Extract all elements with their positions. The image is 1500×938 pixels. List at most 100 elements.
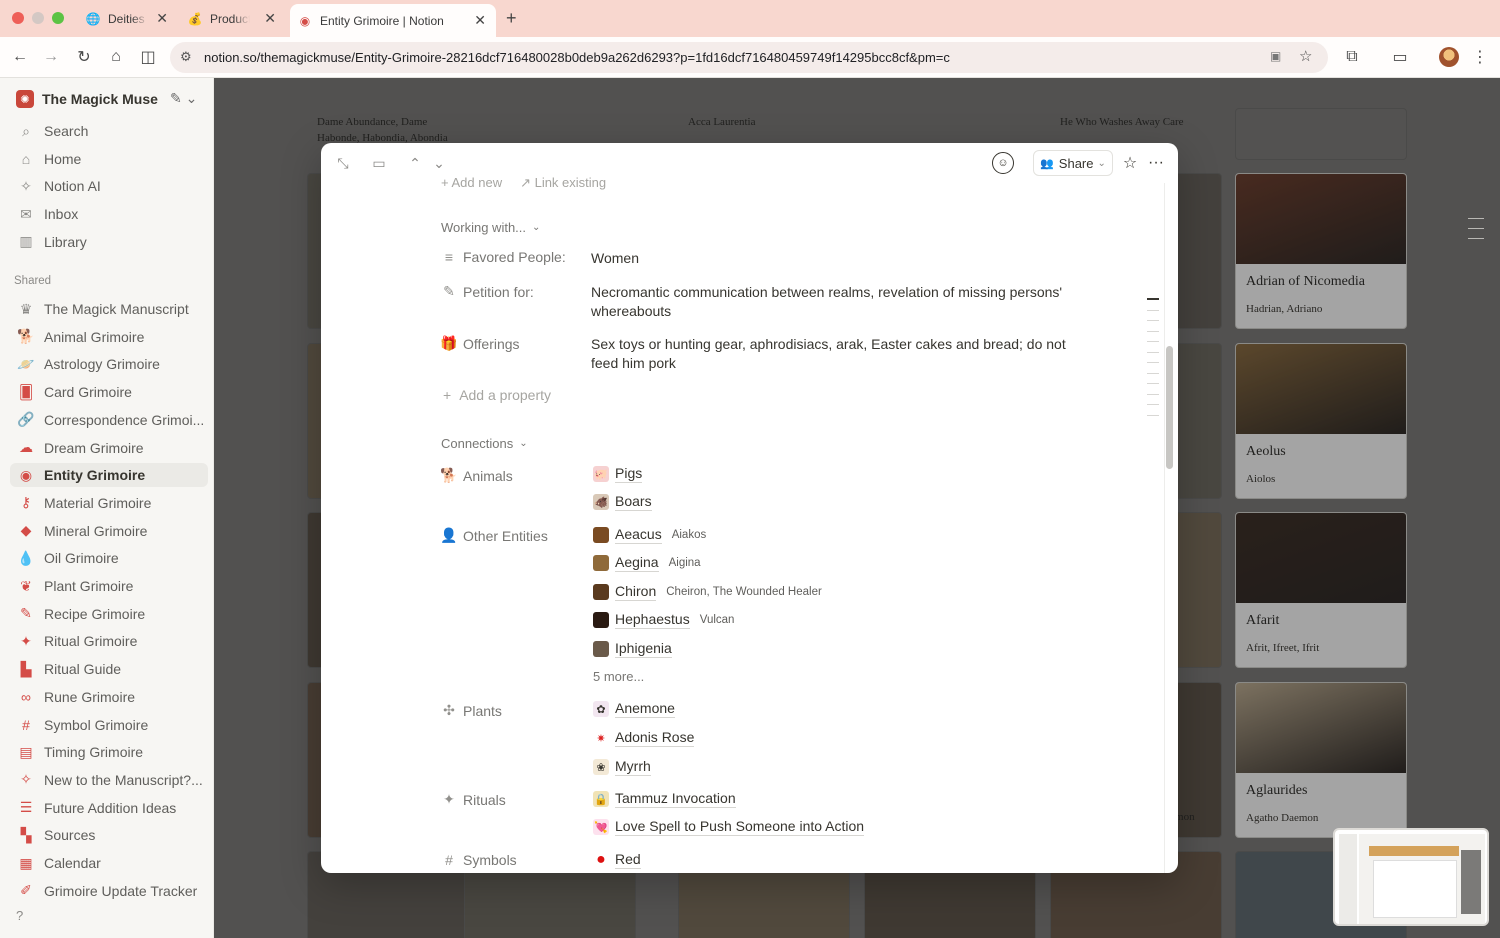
sidebar-page-card-grimoire[interactable]: 🂠 Card Grimoire <box>16 380 208 404</box>
sidebar-page-entity-grimoire[interactable]: ◉ Entity Grimoire <box>10 463 208 488</box>
chevron-down-icon: ⌄ <box>519 438 528 449</box>
relation-link[interactable]: 💘 Love Spell to Push Someone into Action <box>593 818 865 836</box>
relation-link[interactable]: ✷ Adonis Rose <box>593 729 695 747</box>
table-of-contents-minimap[interactable] <box>1147 298 1161 425</box>
sidebar-page-the-magick-manuscript[interactable]: ♛ The Magick Manuscript <box>16 297 208 321</box>
sidebar-page-animal-grimoire[interactable]: 🐕 Animal Grimoire <box>16 325 208 349</box>
relation-link[interactable]: 🐖 Pigs <box>593 465 643 483</box>
workspace-switcher[interactable]: ✺ The Magick Muse <box>16 90 158 108</box>
property-label[interactable]: # Symbols <box>441 852 517 868</box>
sidebar-page-ritual-guide[interactable]: ▙ Ritual Guide <box>16 657 208 681</box>
sidebar-page-new-to-the-manuscript[interactable]: ✧ New to the Manuscript?... <box>16 768 208 792</box>
notion-extension-icon[interactable]: ▣ <box>1270 49 1281 63</box>
sidebar-page-symbol-grimoire[interactable]: # Symbol Grimoire <box>16 713 208 737</box>
relation-link[interactable]: ● Red <box>593 851 641 869</box>
hash-icon: # <box>22 716 30 733</box>
sidebar-page-rune-grimoire[interactable]: ∞ Rune Grimoire <box>16 685 208 709</box>
sidebar-page-dream-grimoire[interactable]: ☁ Dream Grimoire <box>16 436 208 460</box>
relation-link[interactable]: Aeacus Aiakos <box>593 526 706 544</box>
relation-alias: Aigina <box>668 557 701 569</box>
relation-link[interactable]: ✿ Anemone <box>593 700 675 718</box>
sidebar-page-mineral-grimoire[interactable]: ◆ Mineral Grimoire <box>16 519 208 543</box>
peek-content: + Add new ↗ Link existing Working with..… <box>321 143 1164 873</box>
browser-tab-product[interactable]: 💰 Product ✕ <box>180 0 286 37</box>
relation-link[interactable]: Hephaestus Vulcan <box>593 611 734 629</box>
crown-icon: ♛ <box>19 300 33 317</box>
close-tab-icon[interactable]: ✕ <box>156 10 168 27</box>
browser-menu-icon[interactable]: ⋮ <box>1468 45 1492 69</box>
property-value[interactable]: Women <box>591 249 1071 268</box>
property-label[interactable]: 🎁 Offerings <box>440 335 519 352</box>
sidebar-page-astrology-grimoire[interactable]: 🪐 Astrology Grimoire <box>16 352 208 376</box>
eye-icon: ◉ <box>19 466 33 483</box>
split-view-icon[interactable]: ◫ <box>136 45 160 69</box>
red-flower-icon: ✷ <box>593 730 609 746</box>
relation-link[interactable]: Iphigenia <box>593 640 672 658</box>
sidebar-item-inbox[interactable]: ✉ Inbox <box>16 202 208 226</box>
property-label[interactable]: ≡ Favored People: <box>441 249 566 265</box>
peek-scrollbar-track[interactable] <box>1164 183 1174 873</box>
profile-avatar[interactable] <box>1439 47 1459 67</box>
extensions-icon[interactable]: ⧉ <box>1340 45 1364 69</box>
sidebar-page-correspondence-grimoi[interactable]: 🔗 Correspondence Grimoi... <box>16 408 208 432</box>
browser-tab-deities[interactable]: 🌐 Deities & ✕ <box>78 0 178 37</box>
relation-link[interactable]: 🔒 Tammuz Invocation <box>593 790 736 808</box>
workspace-logo-icon: ✺ <box>16 90 34 108</box>
sidebar-page-future-addition-ideas[interactable]: ☰ Future Addition Ideas <box>16 796 208 820</box>
url-text[interactable]: notion.so/themagickmuse/Entity-Grimoire-… <box>204 50 950 65</box>
close-tab-icon[interactable]: ✕ <box>474 12 486 29</box>
close-window-button[interactable] <box>12 12 24 24</box>
back-icon[interactable]: ← <box>8 45 32 69</box>
new-tab-button[interactable]: + <box>506 8 517 29</box>
sidebar-page-plant-grimoire[interactable]: ❦ Plant Grimoire <box>16 574 208 598</box>
show-more-relations[interactable]: 5 more... <box>593 669 644 684</box>
property-value[interactable]: Sex toys or hunting gear, aphrodisiacs, … <box>591 335 1071 373</box>
sidebar-page-sources[interactable]: ▚ Sources <box>16 823 208 847</box>
property-label[interactable]: ✎ Petition for: <box>441 283 534 300</box>
sidebar-page-calendar[interactable]: ▦ Calendar <box>16 851 208 875</box>
pig-icon: 🐖 <box>593 466 609 482</box>
property-label[interactable]: 🐕 Animals <box>440 467 513 484</box>
sidebar-item-home[interactable]: ⌂ Home <box>16 147 208 171</box>
sidebar-item-search[interactable]: ⌕ Search <box>16 119 208 143</box>
reload-icon[interactable]: ↻ <box>72 45 96 69</box>
peek-scrollbar-thumb[interactable] <box>1166 346 1173 469</box>
add-property-button[interactable]: + Add a property <box>443 387 551 403</box>
address-bar[interactable]: ⚙ notion.so/themagickmuse/Entity-Grimoir… <box>170 42 1328 73</box>
sidebar-page-timing-grimoire[interactable]: ▤ Timing Grimoire <box>16 740 208 764</box>
relation-link[interactable]: Aegina Aigina <box>593 554 701 572</box>
sidebar-item-notion-ai[interactable]: ✧ Notion AI <box>16 174 208 198</box>
add-new-link[interactable]: + Add new <box>441 175 502 191</box>
link-existing-link[interactable]: ↗ Link existing <box>520 175 606 191</box>
property-value[interactable]: Necromantic communication between realms… <box>591 283 1071 321</box>
new-page-icon[interactable]: ✎ ⌄ <box>170 90 197 107</box>
site-info-icon[interactable]: ⚙ <box>180 49 192 65</box>
zoom-window-button[interactable] <box>52 12 64 24</box>
connections-group-toggle[interactable]: Connections ⌄ <box>441 436 528 451</box>
working-with-group-toggle[interactable]: Working with... ⌄ <box>441 220 540 235</box>
relation-link[interactable]: 🐗 Boars <box>593 493 652 511</box>
close-tab-icon[interactable]: ✕ <box>264 10 276 27</box>
home-icon[interactable]: ⌂ <box>104 45 128 69</box>
cast-icon[interactable]: ▭ <box>1388 45 1412 69</box>
relation-link[interactable]: ❀ Myrrh <box>593 758 651 776</box>
forward-icon[interactable]: → <box>39 45 63 69</box>
notion-ai-icon: ✧ <box>20 177 32 194</box>
property-label[interactable]: ✦ Rituals <box>441 791 506 808</box>
sidebar-page-material-grimoire[interactable]: ⚷ Material Grimoire <box>16 491 208 515</box>
sidebar-page-ritual-grimoire[interactable]: ✦ Ritual Grimoire <box>16 629 208 653</box>
sidebar-page-recipe-grimoire[interactable]: ✎ Recipe Grimoire <box>16 602 208 626</box>
sidebar-page-grimoire-update-tracker[interactable]: ✐ Grimoire Update Tracker <box>16 879 208 903</box>
browser-tab-entity-grimoire[interactable]: ◉ Entity Grimoire | Notion ✕ <box>290 4 496 37</box>
property-label[interactable]: 👤 Other Entities <box>440 527 548 544</box>
bookmark-star-icon[interactable]: ☆ <box>1299 47 1312 65</box>
sidebar-item-library[interactable]: ▥ Library <box>16 230 208 254</box>
window-thumbnail-preview[interactable] <box>1333 828 1489 926</box>
inbox-icon: ✉ <box>20 205 32 222</box>
globe-icon: 🌐 <box>85 11 101 26</box>
minimize-window-button[interactable] <box>32 12 44 24</box>
property-label[interactable]: ✣ Plants <box>441 702 502 719</box>
help-icon[interactable]: ? <box>16 908 23 923</box>
relation-link[interactable]: Chiron Cheiron, The Wounded Healer <box>593 583 822 601</box>
sidebar-page-oil-grimoire[interactable]: 💧 Oil Grimoire <box>16 546 208 570</box>
